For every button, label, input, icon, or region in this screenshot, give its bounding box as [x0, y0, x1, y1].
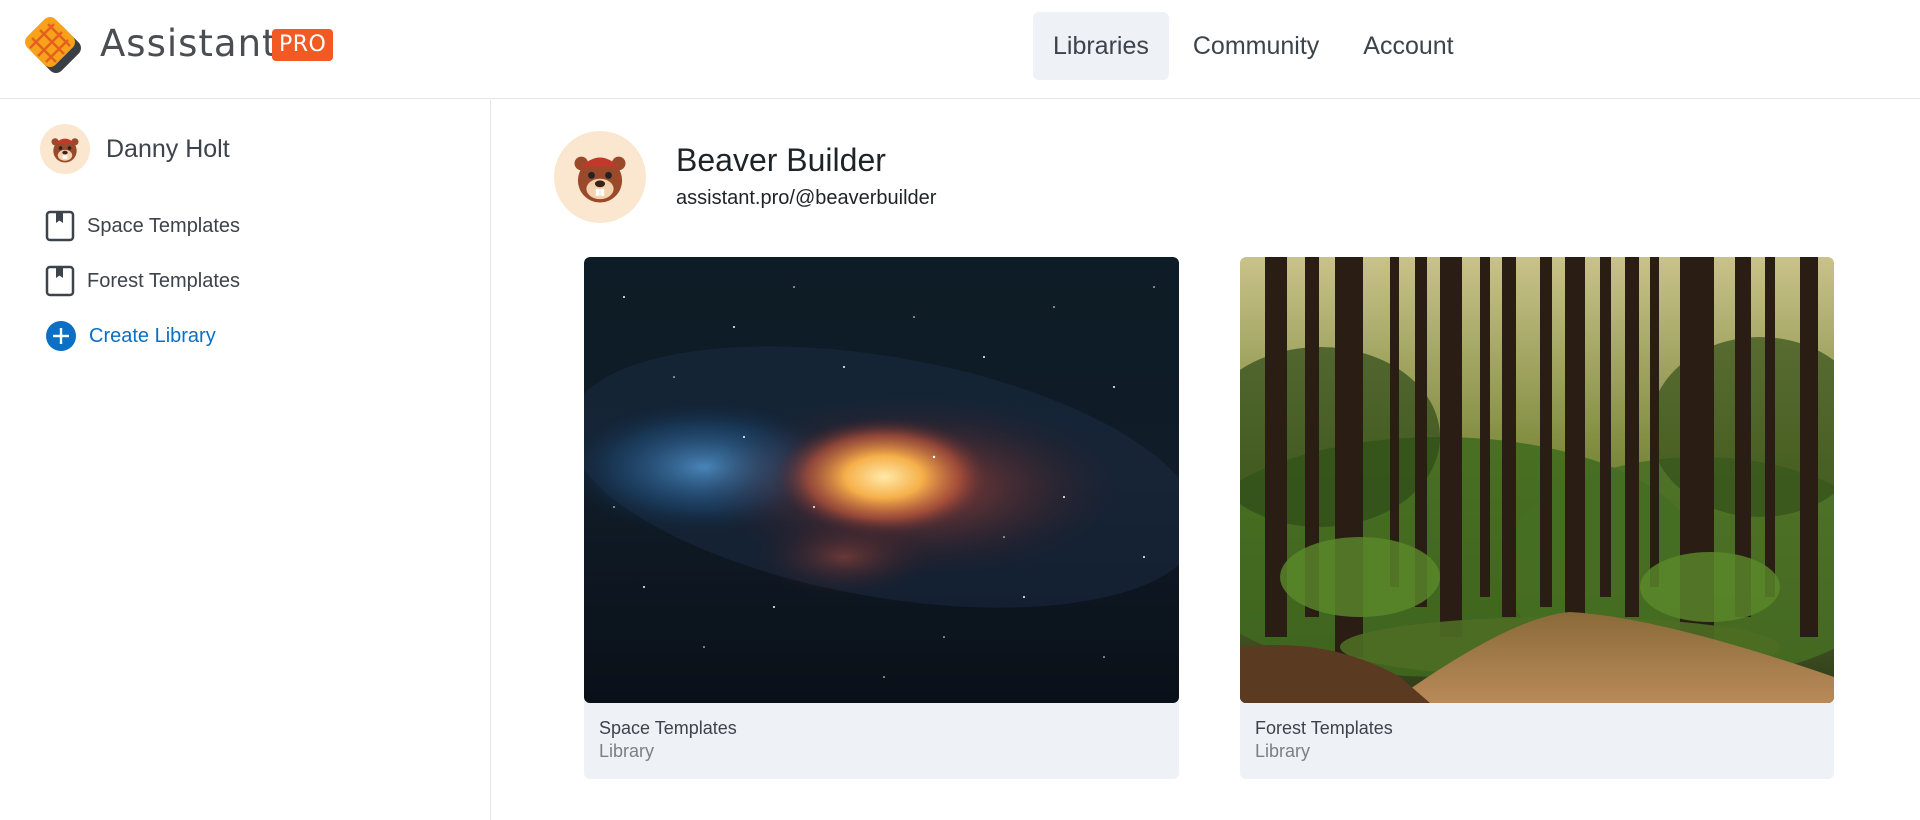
create-library-button[interactable]: Create Library — [45, 320, 216, 352]
sidebar-item-forest-templates[interactable]: Forest Templates — [45, 265, 240, 297]
pro-badge: PRO — [272, 29, 334, 61]
library-icon — [45, 210, 75, 242]
library-card-forest-templates[interactable]: Forest Templates Library — [1240, 257, 1834, 779]
top-bar: Assistant PRO Libraries Community Accoun… — [0, 0, 1920, 99]
main-content: Beaver Builder assistant.pro/@beaverbuil… — [492, 100, 1920, 820]
brand-name: Assistant — [100, 22, 278, 65]
assistant-logo-icon[interactable] — [22, 16, 82, 76]
sidebar-item-label: Space Templates — [87, 214, 241, 237]
plus-circle-icon — [46, 321, 76, 351]
card-meta: Space Templates Library — [584, 703, 1179, 779]
nav-libraries[interactable]: Libraries — [1033, 12, 1169, 80]
forest-image — [1240, 257, 1834, 703]
space-image — [584, 257, 1179, 703]
create-library-label: Create Library — [89, 324, 216, 347]
sidebar-item-space-templates[interactable]: Space Templates — [45, 210, 240, 242]
sidebar: Danny Holt Space Templates Forest Templa… — [0, 100, 491, 820]
profile-name: Beaver Builder — [676, 142, 886, 178]
main-nav: Libraries Community Account — [1033, 12, 1474, 80]
library-card-space-templates[interactable]: Space Templates Library — [584, 257, 1179, 779]
sidebar-item-label: Forest Templates — [87, 269, 241, 292]
beaver-icon — [574, 156, 626, 203]
user-profile[interactable]: Danny Holt — [40, 124, 230, 174]
card-meta: Forest Templates Library — [1240, 703, 1834, 779]
nav-account[interactable]: Account — [1343, 12, 1473, 80]
avatar — [40, 124, 90, 174]
beaver-icon — [51, 138, 79, 163]
card-title: Space Templates — [599, 718, 737, 738]
card-subtitle: Library — [1255, 741, 1311, 761]
user-name: Danny Holt — [106, 134, 230, 163]
nav-community[interactable]: Community — [1173, 12, 1339, 80]
card-subtitle: Library — [599, 741, 655, 761]
profile-avatar — [554, 131, 646, 223]
card-title: Forest Templates — [1255, 718, 1393, 738]
profile-handle[interactable]: assistant.pro/@beaverbuilder — [676, 187, 936, 210]
library-icon — [45, 265, 75, 297]
